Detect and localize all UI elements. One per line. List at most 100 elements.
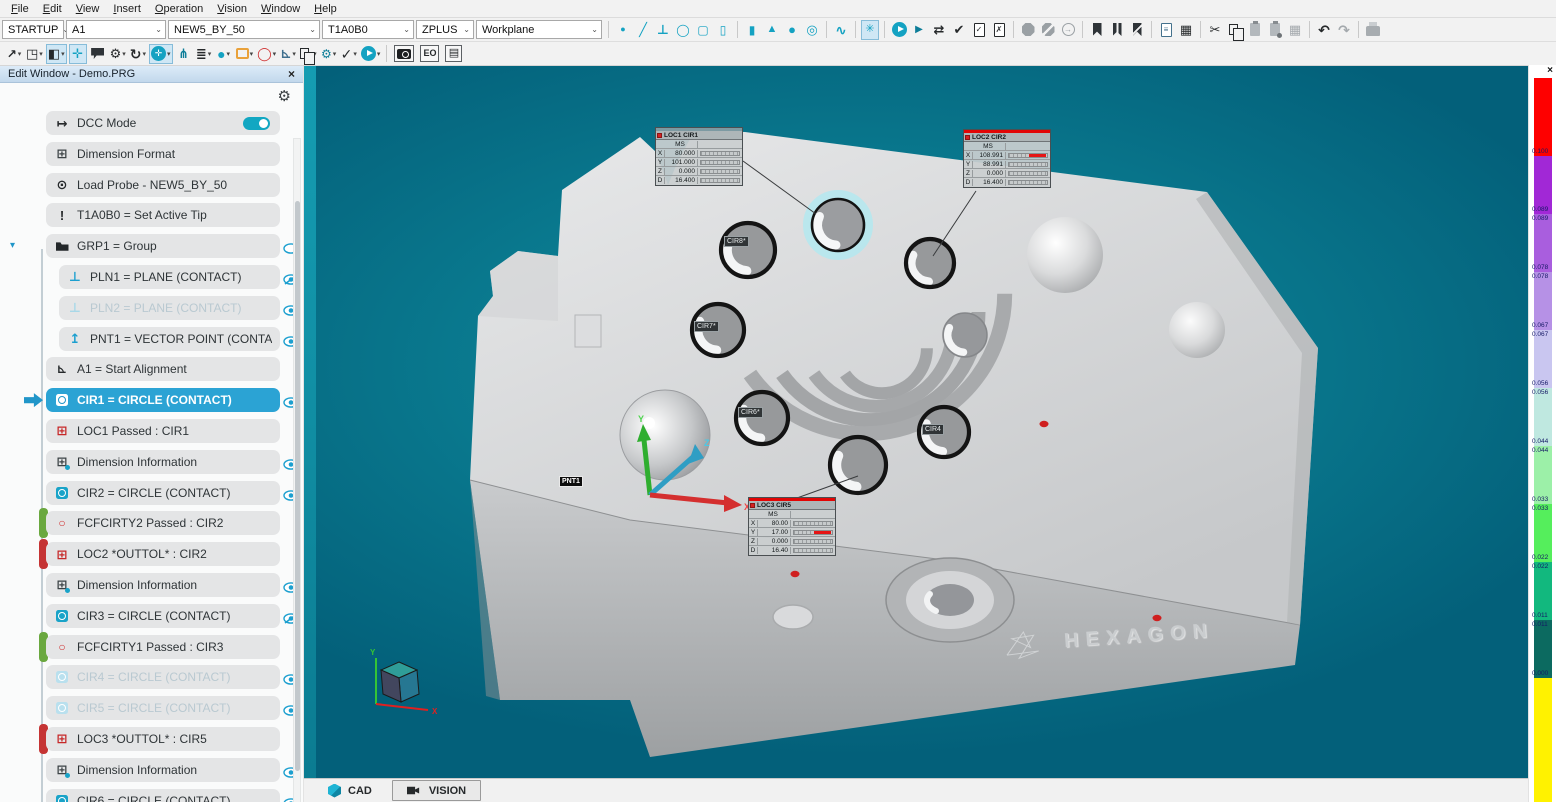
tab-cad[interactable]: CAD bbox=[314, 780, 386, 801]
loop-commands-icon[interactable]: ⇄ bbox=[930, 20, 948, 40]
menu-vision[interactable]: Vision bbox=[210, 3, 254, 15]
command-dimension[interactable]: ⊞Dimension Information bbox=[46, 450, 280, 474]
command-cir1[interactable]: CIR1 = CIRCLE (CONTACT) bbox=[46, 388, 280, 412]
translate-view-icon[interactable]: ✛▾ bbox=[149, 44, 173, 64]
command-fcfcirty1[interactable]: ○FCFCIRTY1 Passed : CIR3 bbox=[46, 635, 280, 659]
dropdown-caret-icon[interactable]: ▾ bbox=[273, 50, 277, 58]
calculator-icon[interactable]: ▦ bbox=[1286, 20, 1304, 40]
cone-feature-icon[interactable]: ▲ bbox=[763, 20, 781, 40]
mark-done-icon[interactable]: ✔ bbox=[950, 20, 968, 40]
paste-special-icon[interactable] bbox=[1266, 20, 1284, 40]
probe-mode-icon[interactable]: ↗▾ bbox=[5, 44, 23, 64]
probe-options-icon[interactable]: ⚙▾ bbox=[109, 44, 127, 64]
measure-confirm-icon[interactable]: ✓▾ bbox=[340, 44, 358, 64]
program-dropdown[interactable]: STARTUP⌄ bbox=[2, 20, 64, 39]
command-pln1[interactable]: ⊥PLN1 = PLANE (CONTACT) bbox=[59, 265, 280, 289]
doc-check-icon[interactable]: ✓ bbox=[970, 20, 988, 40]
dropdown-caret-icon[interactable]: ▾ bbox=[143, 50, 147, 58]
menu-operation[interactable]: Operation bbox=[148, 3, 210, 15]
cylinder-feature-icon[interactable]: ▮ bbox=[743, 20, 761, 40]
dropdown-caret-icon[interactable]: ▾ bbox=[250, 50, 254, 58]
collapse-arrow-icon[interactable]: ▾ bbox=[10, 240, 15, 251]
menu-view[interactable]: View bbox=[69, 3, 107, 15]
tab-vision[interactable]: VISION bbox=[392, 780, 481, 801]
circle-zone-icon[interactable]: ◯▾ bbox=[256, 44, 277, 64]
line-feature-icon[interactable]: ╱ bbox=[634, 20, 652, 40]
view-setup-icon[interactable]: ◳▾ bbox=[25, 44, 44, 64]
continue-icon[interactable]: → bbox=[1059, 20, 1077, 40]
command-cir3[interactable]: CIR3 = CIRCLE (CONTACT) bbox=[46, 604, 280, 628]
slot-feature-icon[interactable]: ▯ bbox=[714, 20, 732, 40]
cut-icon[interactable]: ✂ bbox=[1206, 20, 1224, 40]
command-dimension[interactable]: ⊞Dimension Information bbox=[46, 758, 280, 782]
plane-feature-icon[interactable]: ⊥ bbox=[654, 20, 672, 40]
menu-window[interactable]: Window bbox=[254, 3, 307, 15]
dropdown-caret-icon[interactable]: ▾ bbox=[61, 50, 65, 58]
dcc-toggle[interactable] bbox=[243, 117, 270, 130]
menu-file[interactable]: File bbox=[4, 3, 36, 15]
execute-mini-icon[interactable]: ▾ bbox=[360, 44, 382, 64]
dropdown-caret-icon[interactable]: ▾ bbox=[208, 50, 212, 58]
active-tip-dropdown[interactable]: T1A0B0⌄ bbox=[322, 20, 414, 39]
cad-viewport[interactable]: Y Z X Y X HEXAGON CIR8*CIR7*CIR6*CIR4PNT… bbox=[304, 66, 1528, 778]
dropdown-caret-icon[interactable]: ▾ bbox=[167, 50, 171, 58]
dropdown-caret-icon[interactable]: ▾ bbox=[122, 50, 126, 58]
menu-edit[interactable]: Edit bbox=[36, 3, 69, 15]
summary-mode-icon[interactable]: ≡ bbox=[1157, 20, 1175, 40]
redo-icon[interactable]: ↷ bbox=[1335, 20, 1353, 40]
stop-icon[interactable] bbox=[1019, 20, 1037, 40]
undo-icon[interactable]: ↶ bbox=[1315, 20, 1333, 40]
command-dimension[interactable]: ⊞Dimension Format bbox=[46, 142, 280, 166]
sphere-feature-icon[interactable]: ● bbox=[783, 20, 801, 40]
command-dcc[interactable]: ↦DCC Mode bbox=[46, 111, 280, 135]
comment-icon[interactable] bbox=[89, 44, 107, 64]
gear-icon[interactable]: ⚙ bbox=[278, 87, 291, 105]
command-t1a0b0[interactable]: !T1A0B0 = Set Active Tip bbox=[46, 203, 280, 227]
command-pnt1[interactable]: ↥PNT1 = VECTOR POINT (CONTACT) bbox=[59, 327, 280, 351]
command-loc2[interactable]: ⊞LOC2 *OUTTOL* : CIR2 bbox=[46, 542, 280, 566]
bookmark-icon[interactable] bbox=[1088, 20, 1106, 40]
probe-file-dropdown[interactable]: NEW5_BY_50⌄ bbox=[168, 20, 320, 39]
panel-scrollbar[interactable] bbox=[293, 138, 301, 802]
dropdown-caret-icon[interactable]: ▾ bbox=[18, 50, 22, 58]
report-options-icon[interactable]: ≣▾ bbox=[195, 44, 213, 64]
bookmark-insert-icon[interactable] bbox=[1108, 20, 1126, 40]
command-cir2[interactable]: CIR2 = CIRCLE (CONTACT) bbox=[46, 481, 280, 505]
command-load[interactable]: ⊙Load Probe - NEW5_BY_50 bbox=[46, 173, 280, 197]
execute-from-cursor-icon[interactable]: ▶ bbox=[910, 20, 928, 40]
workplane-dropdown[interactable]: Workplane⌄ bbox=[476, 20, 602, 39]
print-icon[interactable] bbox=[1364, 20, 1382, 40]
dropdown-caret-icon[interactable]: ▾ bbox=[377, 50, 381, 58]
command-dimension[interactable]: ⊞Dimension Information bbox=[46, 573, 280, 597]
report-graph-icon[interactable]: ▤ bbox=[443, 44, 464, 64]
report-id-icon[interactable]: EO bbox=[418, 44, 441, 64]
command-grp1[interactable]: GRP1 = Group bbox=[46, 234, 280, 258]
circle-feature-icon[interactable]: ◯ bbox=[674, 20, 692, 40]
close-icon[interactable]: × bbox=[288, 67, 295, 81]
command-loc3[interactable]: ⊞LOC3 *OUTTOL* : CIR5 bbox=[46, 727, 280, 751]
dropdown-caret-icon[interactable]: ▾ bbox=[39, 50, 43, 58]
dropdown-caret-icon[interactable]: ▾ bbox=[292, 50, 296, 58]
command-pln2[interactable]: ⊥PLN2 = PLANE (CONTACT) bbox=[59, 296, 280, 320]
bookmark-remove-icon[interactable] bbox=[1128, 20, 1146, 40]
dropdown-caret-icon[interactable]: ▾ bbox=[333, 50, 337, 58]
command-a1[interactable]: ⊾A1 = Start Alignment bbox=[46, 357, 280, 381]
quick-align-icon[interactable]: ⊾▾ bbox=[279, 44, 297, 64]
torus-feature-icon[interactable]: ◎ bbox=[803, 20, 821, 40]
auto-feature-icon[interactable]: ✳ bbox=[861, 20, 879, 40]
dropdown-caret-icon[interactable]: ▾ bbox=[353, 50, 357, 58]
menu-insert[interactable]: Insert bbox=[106, 3, 148, 15]
ellipse-feature-icon[interactable]: ▢ bbox=[694, 20, 712, 40]
window-layout-icon[interactable]: ▾ bbox=[299, 44, 318, 64]
rotate-view-icon[interactable]: ↻▾ bbox=[129, 44, 147, 64]
command-loc1[interactable]: ⊞LOC1 Passed : CIR1 bbox=[46, 419, 280, 443]
probe-toggles-icon[interactable]: ⋔ bbox=[175, 44, 193, 64]
edit-window-titlebar[interactable]: Edit Window - Demo.PRG × bbox=[0, 66, 303, 83]
rectangle-zone-icon[interactable]: ▾ bbox=[235, 44, 255, 64]
camera-snapshot-icon[interactable] bbox=[392, 44, 416, 64]
command-fcfcirty2[interactable]: ○FCFCIRTY2 Passed : CIR2 bbox=[46, 511, 280, 535]
menu-help[interactable]: Help bbox=[307, 3, 344, 15]
command-cir4[interactable]: CIR4 = CIRCLE (CONTACT) bbox=[46, 665, 280, 689]
shaded-view-icon[interactable]: ◧▾ bbox=[46, 44, 67, 64]
stop-disabled-icon[interactable] bbox=[1039, 20, 1057, 40]
